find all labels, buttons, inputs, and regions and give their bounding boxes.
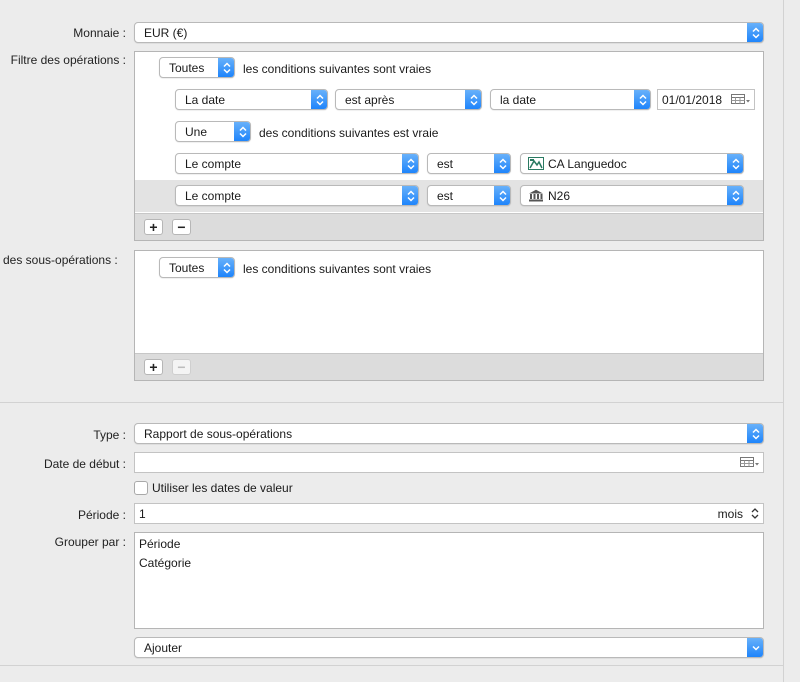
grouper-par-label: Grouper par : bbox=[54, 535, 126, 549]
stepper-arrows-icon[interactable] bbox=[750, 507, 760, 523]
list-item[interactable]: Période bbox=[139, 537, 180, 551]
date-value-field[interactable]: 01/01/2018 bbox=[657, 89, 755, 110]
match-mode-popup[interactable]: Toutes bbox=[159, 57, 235, 78]
date-operator-value: est après bbox=[345, 92, 395, 107]
date-operator-popup[interactable]: est après bbox=[335, 89, 482, 110]
sub-match-mode-popup[interactable]: Une bbox=[175, 121, 251, 142]
rule1-operator-popup[interactable]: est bbox=[427, 153, 511, 174]
use-value-dates-label: Utiliser les dates de valeur bbox=[152, 481, 293, 495]
periode-unit: mois bbox=[717, 507, 743, 521]
popup-arrows-icon bbox=[465, 90, 481, 109]
popup-arrows-icon bbox=[402, 154, 418, 173]
add-group-popup[interactable]: Ajouter bbox=[134, 637, 764, 658]
periode-label: Période : bbox=[77, 508, 126, 522]
periode-value[interactable]: 1 bbox=[139, 507, 146, 521]
bank-building-icon bbox=[528, 189, 544, 202]
date-field-value: La date bbox=[185, 92, 226, 107]
rule1-field-popup[interactable]: Le compte bbox=[175, 153, 419, 174]
add-rule-button[interactable]: + bbox=[144, 219, 163, 235]
popup-arrows-icon bbox=[747, 424, 763, 443]
popup-arrows-icon bbox=[218, 58, 234, 77]
rule1-field-value: Le compte bbox=[185, 156, 242, 171]
sub-match-mode-text: des conditions suivantes est vraie bbox=[259, 126, 439, 140]
add-subops-rule-button[interactable]: + bbox=[144, 359, 163, 375]
right-divider bbox=[783, 0, 784, 682]
sous-operations-label: des sous-opérations : bbox=[3, 253, 118, 267]
calendar-icon[interactable] bbox=[740, 457, 760, 471]
date-debut-label: Date de début : bbox=[43, 457, 126, 471]
monnaie-label: Monnaie : bbox=[73, 26, 126, 40]
date-value-text: 01/01/2018 bbox=[662, 92, 723, 107]
date-reference-value: la date bbox=[500, 92, 537, 107]
report-type-popup[interactable]: Rapport de sous-opérations bbox=[134, 423, 764, 444]
popup-arrows-icon bbox=[218, 258, 234, 277]
subops-match-mode-popup[interactable]: Toutes bbox=[159, 257, 235, 278]
popup-arrows-icon bbox=[402, 186, 418, 205]
filter-operations-footer: + − bbox=[135, 213, 763, 240]
rule2-account-value: N26 bbox=[548, 188, 571, 203]
rule1-account-value: CA Languedoc bbox=[548, 156, 627, 171]
remove-rule-button[interactable]: − bbox=[172, 219, 191, 235]
bottom-divider bbox=[0, 665, 783, 666]
popup-arrows-icon bbox=[494, 154, 510, 173]
subops-match-mode-text: les conditions suivantes sont vraies bbox=[243, 262, 432, 276]
remove-subops-rule-button[interactable]: − bbox=[172, 359, 191, 375]
monnaie-value: EUR (€) bbox=[144, 25, 188, 40]
filter-subops-panel: Toutes les conditions suivantes sont vra… bbox=[134, 250, 764, 381]
type-label: Type : bbox=[93, 428, 126, 442]
rule2-operator-popup[interactable]: est bbox=[427, 185, 511, 206]
ca-bank-logo-icon bbox=[528, 157, 544, 170]
popup-arrows-icon bbox=[727, 154, 743, 173]
monnaie-popup[interactable]: EUR (€) bbox=[134, 22, 764, 43]
rule2-field-value: Le compte bbox=[185, 188, 242, 203]
chevron-down-icon bbox=[747, 638, 763, 657]
use-value-dates-checkbox[interactable] bbox=[134, 481, 148, 495]
filter-operations-panel: Toutes les conditions suivantes sont vra… bbox=[134, 51, 764, 241]
popup-arrows-icon bbox=[747, 23, 763, 42]
group-by-list[interactable]: Période Catégorie bbox=[134, 532, 764, 629]
popup-arrows-icon bbox=[311, 90, 327, 109]
calendar-icon[interactable] bbox=[731, 94, 751, 108]
rule2-field-popup[interactable]: Le compte bbox=[175, 185, 419, 206]
report-type-value: Rapport de sous-opérations bbox=[144, 426, 293, 441]
filter-subops-footer: + − bbox=[135, 353, 763, 380]
rule2-account-popup[interactable]: N26 bbox=[520, 185, 744, 206]
add-group-value: Ajouter bbox=[144, 640, 183, 655]
date-field-popup[interactable]: La date bbox=[175, 89, 328, 110]
match-mode-text: les conditions suivantes sont vraies bbox=[243, 62, 432, 76]
popup-arrows-icon bbox=[727, 186, 743, 205]
popup-arrows-icon bbox=[494, 186, 510, 205]
popup-arrows-icon bbox=[634, 90, 650, 109]
date-reference-popup[interactable]: la date bbox=[490, 89, 651, 110]
filtre-operations-label: Filtre des opérations : bbox=[10, 53, 126, 67]
date-debut-field[interactable] bbox=[134, 452, 764, 473]
list-item[interactable]: Catégorie bbox=[139, 556, 191, 570]
section-divider bbox=[0, 402, 783, 403]
rule1-account-popup[interactable]: CA Languedoc bbox=[520, 153, 744, 174]
periode-field[interactable]: 1 mois bbox=[134, 503, 764, 524]
popup-arrows-icon bbox=[234, 122, 250, 141]
